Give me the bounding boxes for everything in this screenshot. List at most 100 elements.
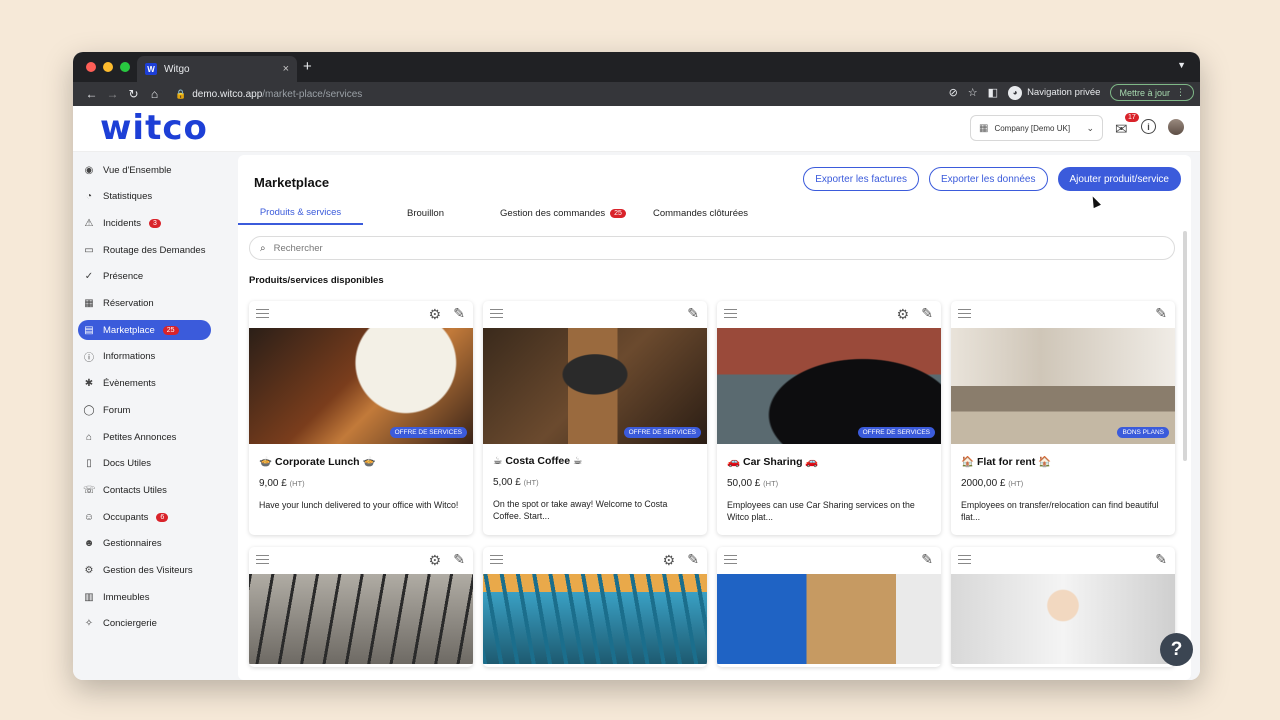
product-card-scooters[interactable]: ⚙ ✎ [249,547,473,667]
add-product-button[interactable]: Ajouter produit/service [1057,167,1181,191]
help-button[interactable]: ? [1160,633,1193,666]
card-toolbar: ⚙ ✎ [717,301,941,328]
new-tab-button[interactable]: + [303,58,312,75]
minimize-window-button[interactable] [103,62,113,72]
sidebar-item-gestion-des-visiteurs[interactable]: ⚙ Gestion des Visiteurs [78,561,211,581]
tab-close-icon[interactable]: × [283,63,289,75]
product-card-laundry[interactable]: ✎ [951,547,1175,667]
export-invoices-button[interactable]: Exporter les factures [803,167,919,191]
drag-handle-icon[interactable] [256,309,269,318]
edit-icon[interactable]: ✎ [687,551,699,568]
drag-handle-icon[interactable] [256,555,269,564]
product-card-flat-for-rent[interactable]: ✎ BONS PLANS 🏠 Flat for rent 🏠 2000,00 £… [951,301,1175,535]
edit-icon[interactable]: ✎ [921,305,933,322]
drag-handle-icon[interactable] [490,555,503,564]
product-card-delivery[interactable]: ✎ [717,547,941,667]
sidebar-item-incidents[interactable]: ⚠ Incidents 3 [78,213,211,233]
sidebar-count-badge: 6 [156,512,169,522]
sidebar-item-informations[interactable]: ⓘ Informations [78,347,211,367]
app-body: ◉ Vue d'Ensemble ◔ Statistiques ⚠ Incidents 3 ▭… [73,152,1200,680]
edit-icon[interactable]: ✎ [453,551,465,568]
edit-icon[interactable]: ✎ [921,551,933,568]
browser-tab[interactable]: W Witgo × [137,56,297,82]
sidebar-item-vue-d-ensemble[interactable]: ◉ Vue d'Ensemble [78,160,211,180]
sidebar-item-immeubles[interactable]: ▥ Immeubles [78,587,211,607]
sidebar-item-petites-annonces[interactable]: ⌂ Petites Annonces [78,427,211,447]
sidebar-item-icon: ▦ [84,298,94,309]
product-price: 9,00 £ (HT) [259,478,473,489]
reload-icon[interactable]: ↻ [123,87,144,101]
forward-arrow-icon[interactable]: → [102,87,123,101]
product-image-laundry [951,574,1175,664]
header-actions: Exporter les factures Exporter les donné… [803,167,1181,191]
company-name: Company [Demo UK] [994,123,1071,133]
product-price: 5,00 £ (HT) [493,477,707,488]
mail-icon[interactable]: ✉ [1115,120,1128,138]
drag-handle-icon[interactable] [490,309,503,318]
sidebar-item-icon: ▤ [84,324,94,336]
price-tax: (HT) [289,479,305,488]
drag-handle-icon[interactable] [958,309,971,318]
sidebar-item-conciergerie[interactable]: ✧ Conciergerie [78,614,211,634]
gear-icon[interactable]: ⚙ [428,552,441,569]
sidebar-item-label: Incidents [103,217,142,229]
avatar[interactable] [1168,119,1184,135]
search-icon: ⌕ [260,242,266,254]
sidebar-item-icon: ▯ [86,458,92,470]
gear-icon[interactable]: ⚙ [662,552,675,569]
private-mode-indicator[interactable]: ◕ Navigation privée [1008,85,1100,100]
sidebar-item-icon: ◯ [83,404,95,416]
chevron-down-icon: ⌄ [1086,122,1094,133]
tab-products-services[interactable]: Produits & services [238,201,363,225]
sidebar-item-docs-utiles[interactable]: ▯ Docs Utiles [78,454,211,474]
product-card-corporate-lunch[interactable]: ⚙ ✎ OFFRE DE SERVICES 🍲 Corporate Lunch … [249,301,473,535]
drag-handle-icon[interactable] [958,555,971,564]
company-selector[interactable]: ▦ Company [Demo UK] ⌄ [970,115,1103,141]
gear-icon[interactable]: ⚙ [896,306,909,323]
maximize-window-button[interactable] [120,62,130,72]
edit-icon[interactable]: ✎ [1155,551,1167,568]
sidebar-item-statistiques[interactable]: ◔ Statistiques [78,187,211,207]
search-input[interactable]: ⌕ Rechercher [249,236,1175,260]
export-data-button[interactable]: Exporter les données [928,167,1048,191]
tab-order-management[interactable]: Gestion des commandes 25 [493,201,633,225]
witco-favicon-icon: W [145,63,157,75]
back-arrow-icon[interactable]: ← [81,87,102,101]
star-icon[interactable]: ☆ [968,86,978,99]
category-badge: OFFRE DE SERVICES [857,427,935,438]
edit-icon[interactable]: ✎ [453,305,465,322]
sidebar-item-marketplace[interactable]: ▤ Marketplace 25 [78,320,211,341]
product-card-costa-coffee[interactable]: ✎ OFFRE DE SERVICES ☕ Costa Coffee ☕ 5,0… [483,301,707,535]
tab-list-chevron-icon[interactable]: ▼ [1177,60,1186,70]
sidebar-item-icon: ◔ [85,191,93,203]
sidebar-item-forum[interactable]: ◯ Forum [78,400,211,420]
sidebar-item-occupants[interactable]: ☺ Occupants 6 [78,507,211,527]
scrollbar[interactable] [1183,231,1187,461]
tab-draft[interactable]: Brouillon [368,201,483,225]
close-window-button[interactable] [86,62,96,72]
update-button[interactable]: Mettre à jour ⋮ [1110,84,1194,101]
sidebar-item-réservation[interactable]: ▦ Réservation [78,294,211,314]
drag-handle-icon[interactable] [724,309,737,318]
eye-off-icon[interactable]: ⊘ [949,86,958,99]
sidebar-item-gestionnaires[interactable]: ☻ Gestionnaires [78,534,211,554]
info-icon[interactable]: i [1141,119,1156,134]
sidebar-toggle-icon[interactable]: ◧ [988,86,998,99]
product-card-car-sharing[interactable]: ⚙ ✎ OFFRE DE SERVICES 🚗 Car Sharing 🚗 50… [717,301,941,535]
sidebar-item-évènements[interactable]: ✱ Évènements [78,374,211,394]
edit-icon[interactable]: ✎ [1155,305,1167,322]
product-card-bikes[interactable]: ⚙ ✎ [483,547,707,667]
witco-logo[interactable]: witco [100,108,208,148]
gear-icon[interactable]: ⚙ [428,306,441,323]
sidebar-item-routage-des-demandes[interactable]: ▭ Routage des Demandes [78,240,211,260]
home-icon[interactable]: ⌂ [144,87,165,101]
edit-icon[interactable]: ✎ [687,305,699,322]
tab-closed-orders[interactable]: Commandes clôturées [643,201,758,225]
sidebar-item-label: Contacts Utiles [103,484,167,496]
drag-handle-icon[interactable] [724,555,737,564]
sidebar-item-présence[interactable]: ✓ Présence [78,267,211,287]
address-bar[interactable]: 🔒 demo.witco.app/market-place/services [175,89,362,100]
sidebar-item-icon: ⌂ [85,431,93,443]
orders-count-badge: 25 [610,208,626,218]
sidebar-item-contacts-utiles[interactable]: ☏ Contacts Utiles [78,480,211,500]
